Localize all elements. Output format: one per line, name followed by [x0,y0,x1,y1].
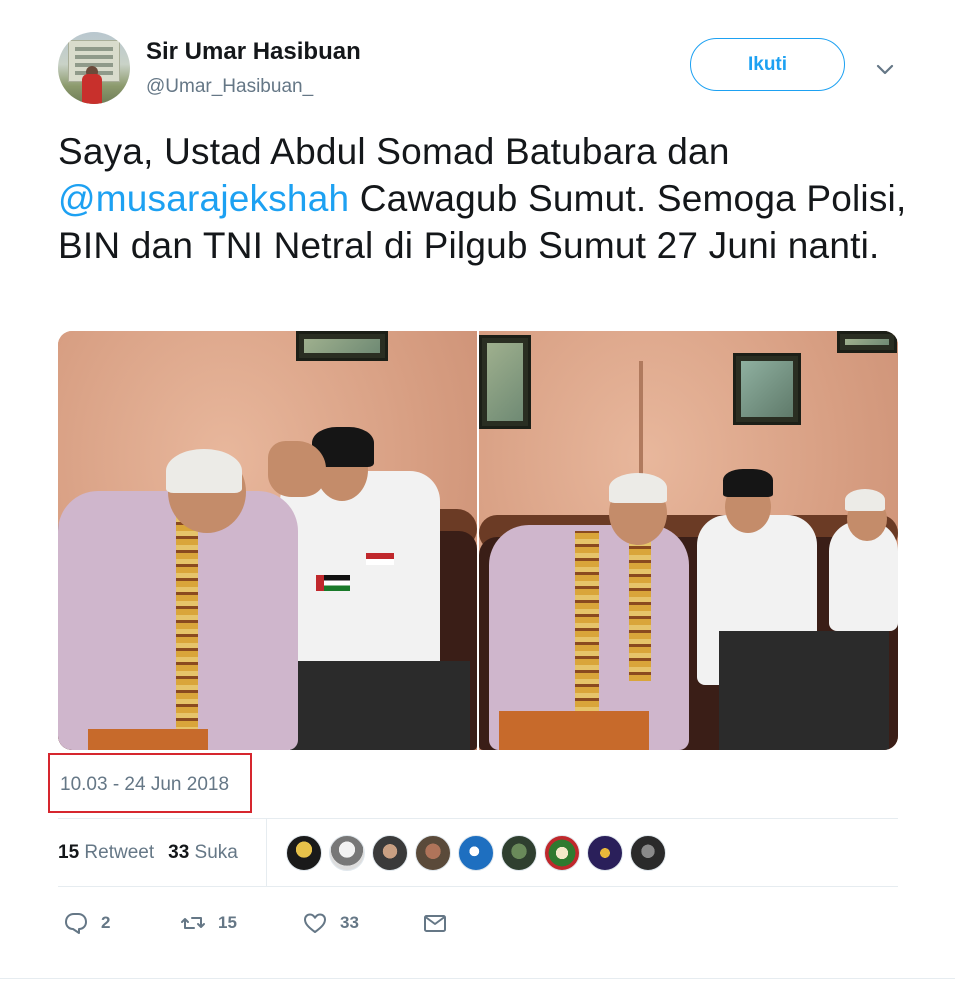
liker-avatar[interactable] [286,835,322,871]
reply-button[interactable]: 2 [63,910,110,936]
retweet-count: 15 [218,913,237,932]
like-button[interactable]: 33 [302,910,359,936]
like-count: 33 [340,913,359,932]
reply-icon [65,913,87,934]
divider [266,818,267,886]
heart-icon [304,913,326,933]
direct-message-button[interactable] [422,910,448,936]
retweet-icon [181,917,205,929]
tweet-photo-2[interactable] [479,331,898,750]
reply-count: 2 [101,913,111,932]
liker-avatar[interactable] [630,835,666,871]
liker-avatar[interactable] [415,835,451,871]
liker-avatar[interactable] [329,835,365,871]
author-name[interactable]: Sir Umar Hasibuan [146,38,361,66]
divider [58,818,898,819]
author-handle[interactable]: @Umar_Hasibuan_ [146,76,313,98]
chevron-down-icon[interactable] [874,58,896,80]
liker-avatar[interactable] [458,835,494,871]
mention-link[interactable]: @musarajekshah [58,178,349,219]
retweet-button[interactable]: 15 [180,910,237,936]
liker-avatar[interactable] [501,835,537,871]
liker-avatar[interactable] [587,835,623,871]
tweet-stats: 15 Retweet 33 Suka [58,842,238,864]
follow-button[interactable]: Ikuti [690,38,845,91]
mail-icon [424,915,446,932]
author-avatar[interactable] [58,32,130,104]
tweet-photo-1[interactable] [58,331,477,750]
like-stat[interactable]: 33 Suka [168,842,238,863]
tweet-text: Saya, Ustad Abdul Somad Batubara dan @mu… [58,128,918,269]
retweet-stat[interactable]: 15 Retweet [58,842,154,863]
liker-avatar[interactable] [372,835,408,871]
tweet-text-part: Saya, Ustad Abdul Somad Batubara dan [58,131,730,172]
tweet-timestamp[interactable]: 10.03 - 24 Jun 2018 [60,774,229,796]
divider [58,886,898,887]
divider [0,978,955,979]
liker-avatar[interactable] [544,835,580,871]
